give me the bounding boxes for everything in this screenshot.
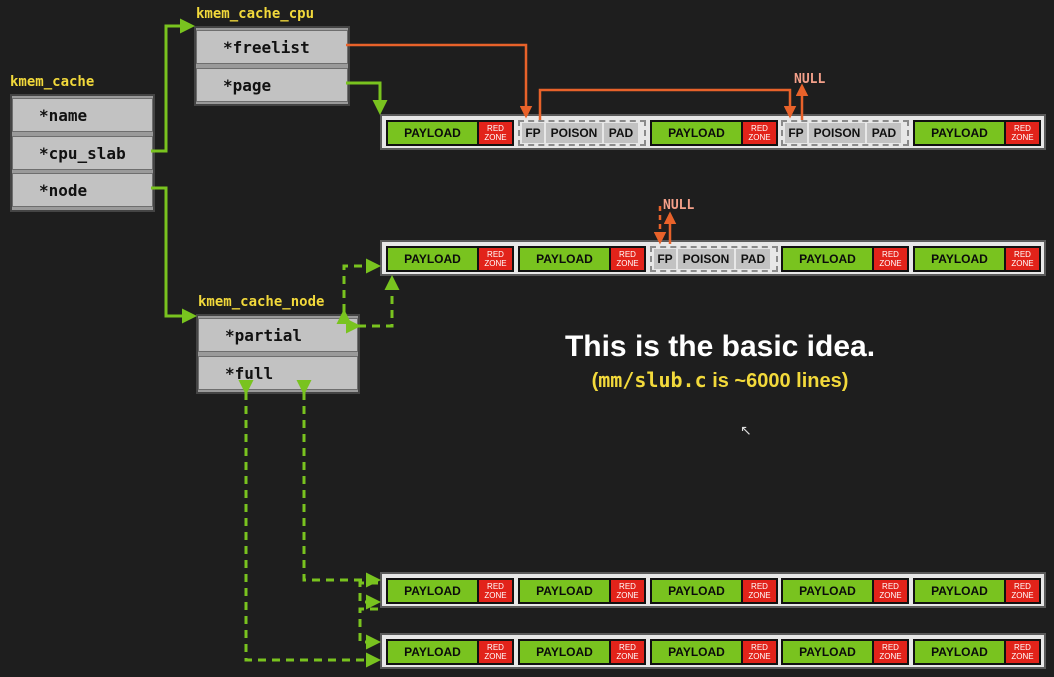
full-to-slab-arrow-2 xyxy=(238,380,381,668)
freelist-arrow xyxy=(346,43,533,119)
partial-back-arrow xyxy=(346,275,400,334)
cpu-slab-arrow xyxy=(151,18,195,153)
fp-next-arrow xyxy=(538,88,797,120)
node-arrow xyxy=(151,186,197,324)
pointer-arrows xyxy=(151,18,809,668)
full-chain-arrow-2 xyxy=(358,607,381,650)
full-to-slab-arrow-1 xyxy=(296,380,381,588)
page-arrow xyxy=(346,81,388,115)
full-chain-arrow-1 xyxy=(358,581,381,610)
partial-to-slab-arrow xyxy=(336,258,381,324)
